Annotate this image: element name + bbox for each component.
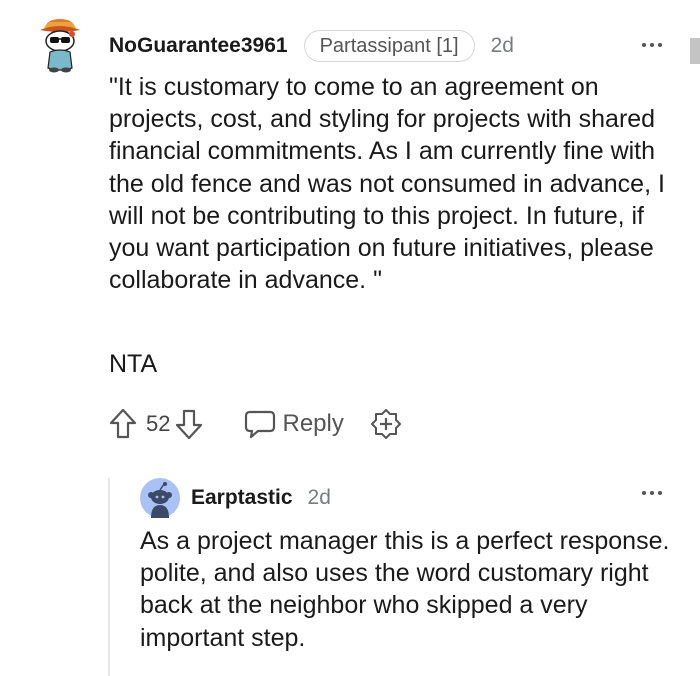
vote-score: 52 bbox=[146, 411, 171, 436]
scrollbar-thumb[interactable] bbox=[690, 38, 700, 64]
comment-thread: NoGuarantee3961 Partassipant [1] 2d "It … bbox=[0, 0, 700, 676]
reply-body: As a project manager this is a perfect r… bbox=[140, 527, 670, 652]
comment-actions: 52 Reply bbox=[108, 404, 402, 444]
comment-header: NoGuarantee3961 Partassipant [1] 2d bbox=[109, 30, 514, 62]
comment-body: "It is customary to come to an agreement… bbox=[109, 73, 665, 295]
reply-timestamp[interactable]: 2d bbox=[308, 486, 331, 510]
more-options-icon[interactable] bbox=[642, 43, 662, 47]
thread-line[interactable] bbox=[108, 478, 110, 676]
comment-username[interactable]: NoGuarantee3961 bbox=[109, 34, 288, 58]
user-flair-badge: Partassipant [1] bbox=[303, 30, 475, 62]
comment-timestamp[interactable]: 2d bbox=[491, 34, 514, 58]
upvote-arrow-icon[interactable] bbox=[108, 407, 138, 441]
award-button[interactable] bbox=[370, 408, 402, 440]
award-plus-icon bbox=[370, 409, 401, 439]
reply-label: Reply bbox=[282, 410, 344, 437]
reply-header: Earptastic 2d bbox=[191, 482, 331, 514]
default-snoo-avatar-icon bbox=[140, 478, 180, 518]
reply-username[interactable]: Earptastic bbox=[191, 486, 293, 510]
downvote-arrow-icon[interactable] bbox=[174, 407, 204, 441]
speech-bubble-icon bbox=[245, 410, 276, 439]
more-options-icon[interactable] bbox=[642, 491, 662, 495]
snoo-avatar-with-hat-icon bbox=[40, 19, 80, 73]
comment-verdict: NTA bbox=[109, 350, 158, 378]
reply-user-avatar[interactable] bbox=[140, 478, 180, 518]
user-avatar[interactable] bbox=[36, 16, 86, 74]
reply-button[interactable]: Reply bbox=[244, 409, 344, 439]
